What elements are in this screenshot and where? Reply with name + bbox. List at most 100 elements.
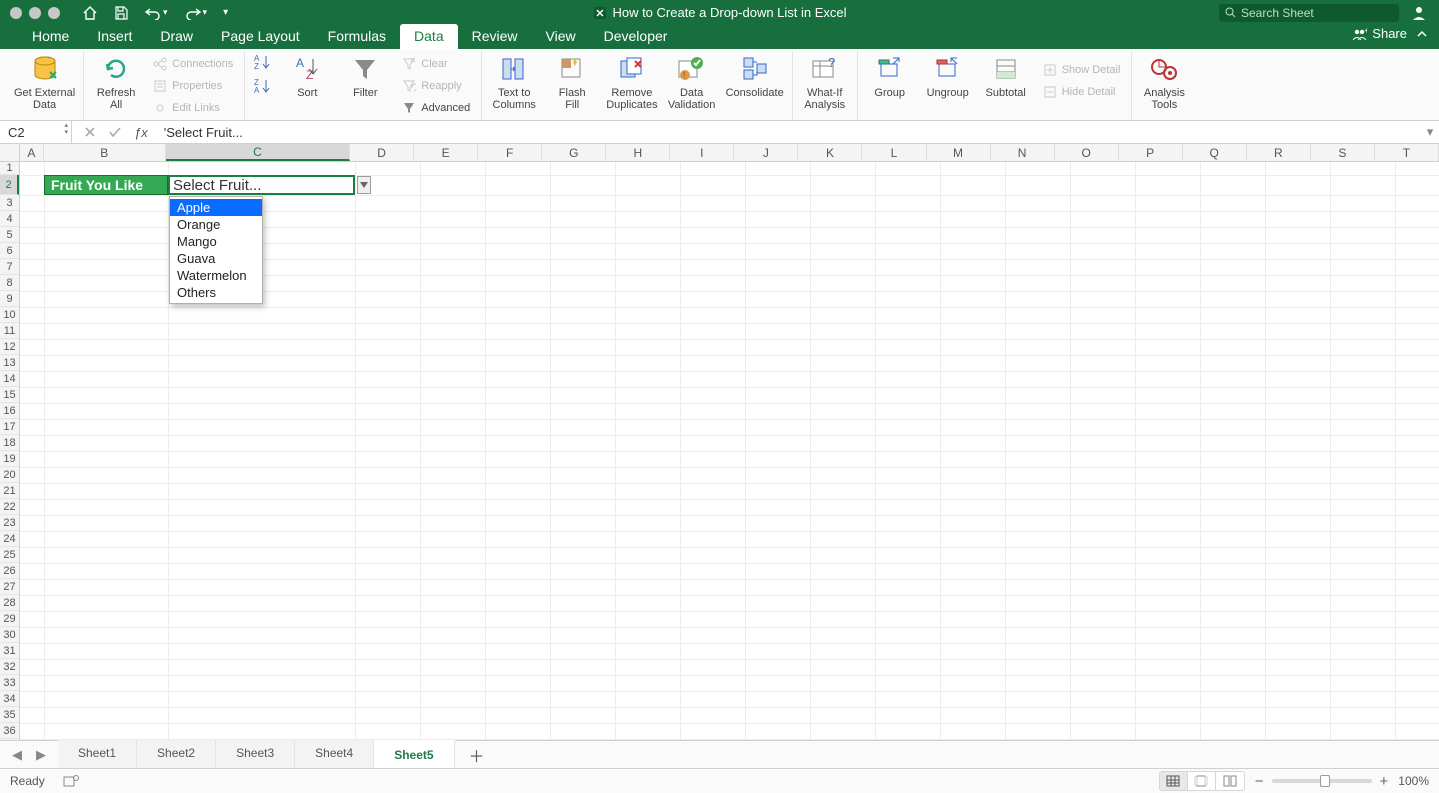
column-header-L[interactable]: L [862, 144, 926, 161]
redo-icon[interactable]: ▾ [184, 6, 208, 20]
row-header-6[interactable]: 6 [0, 243, 19, 259]
tab-developer[interactable]: Developer [590, 24, 682, 49]
search-sheet-input[interactable]: Search Sheet [1219, 4, 1399, 22]
sheet-nav-prev-icon[interactable]: ◀ [12, 747, 22, 763]
edit-links-button[interactable]: Edit Links [150, 98, 236, 118]
column-header-T[interactable]: T [1375, 144, 1439, 161]
column-header-P[interactable]: P [1119, 144, 1183, 161]
ungroup-button[interactable]: Ungroup [924, 54, 972, 99]
zoom-track[interactable] [1272, 779, 1372, 783]
dropdown-option-apple[interactable]: Apple [170, 199, 262, 216]
row-header-30[interactable]: 30 [0, 627, 19, 643]
window-close[interactable] [10, 7, 22, 19]
sort-asc-button[interactable]: AZ [253, 54, 273, 70]
row-header-5[interactable]: 5 [0, 227, 19, 243]
row-header-15[interactable]: 15 [0, 387, 19, 403]
row-header-32[interactable]: 32 [0, 659, 19, 675]
tab-formulas[interactable]: Formulas [314, 24, 400, 49]
row-header-4[interactable]: 4 [0, 211, 19, 227]
view-normal-button[interactable] [1160, 772, 1188, 790]
column-header-G[interactable]: G [542, 144, 606, 161]
connections-button[interactable]: Connections [150, 54, 236, 74]
what-if-button[interactable]: ? What-If Analysis [801, 54, 849, 111]
sort-button[interactable]: AZ Sort [283, 54, 331, 99]
row-header-12[interactable]: 12 [0, 339, 19, 355]
row-header-22[interactable]: 22 [0, 499, 19, 515]
add-sheet-button[interactable]: ＋ [455, 743, 499, 767]
sheet-tab-sheet1[interactable]: Sheet1 [58, 740, 137, 770]
row-header-17[interactable]: 17 [0, 419, 19, 435]
row-header-3[interactable]: 3 [0, 195, 19, 211]
row-header-26[interactable]: 26 [0, 563, 19, 579]
row-header-20[interactable]: 20 [0, 467, 19, 483]
user-account-icon[interactable] [1411, 5, 1427, 21]
row-header-35[interactable]: 35 [0, 707, 19, 723]
row-header-16[interactable]: 16 [0, 403, 19, 419]
name-box[interactable]: C2 ▴▾ [0, 121, 72, 143]
column-header-E[interactable]: E [414, 144, 478, 161]
formula-input[interactable]: 'Select Fruit... [160, 125, 1421, 140]
dropdown-option-others[interactable]: Others [170, 284, 262, 301]
row-header-18[interactable]: 18 [0, 435, 19, 451]
flash-fill-button[interactable]: Flash Fill [548, 54, 596, 111]
row-headers[interactable]: 1234567891011121314151617181920212223242… [0, 162, 20, 740]
group-button[interactable]: Group [866, 54, 914, 99]
zoom-in-button[interactable]: + [1380, 773, 1389, 790]
text-to-columns-button[interactable]: Text to Columns [490, 54, 538, 111]
tab-home[interactable]: Home [18, 24, 83, 49]
enter-formula-icon[interactable] [108, 126, 122, 138]
ribbon-collapse-icon[interactable] [1415, 27, 1429, 41]
window-zoom[interactable] [48, 7, 60, 19]
spreadsheet-grid[interactable]: ABCDEFGHIJKLMNOPQRST 1234567891011121314… [0, 144, 1439, 740]
row-header-7[interactable]: 7 [0, 259, 19, 275]
column-header-S[interactable]: S [1311, 144, 1375, 161]
view-page-break-button[interactable] [1216, 772, 1244, 790]
sheet-tab-sheet4[interactable]: Sheet4 [295, 740, 374, 770]
row-header-33[interactable]: 33 [0, 675, 19, 691]
name-box-stepper[interactable]: ▴▾ [64, 123, 68, 136]
zoom-value[interactable]: 100% [1398, 774, 1429, 788]
row-header-2[interactable]: 2 [0, 175, 19, 195]
row-header-23[interactable]: 23 [0, 515, 19, 531]
sheet-nav-next-icon[interactable]: ▶ [36, 747, 46, 763]
sheet-tab-sheet3[interactable]: Sheet3 [216, 740, 295, 770]
column-header-K[interactable]: K [798, 144, 862, 161]
column-header-C[interactable]: C [166, 144, 350, 161]
row-header-13[interactable]: 13 [0, 355, 19, 371]
get-external-data-button[interactable]: Get External Data [14, 54, 75, 111]
advanced-filter-button[interactable]: Advanced [399, 98, 473, 118]
cancel-formula-icon[interactable] [84, 126, 96, 138]
row-header-28[interactable]: 28 [0, 595, 19, 611]
row-header-24[interactable]: 24 [0, 531, 19, 547]
row-header-1[interactable]: 1 [0, 162, 19, 175]
row-header-11[interactable]: 11 [0, 323, 19, 339]
data-validation-button[interactable]: ! Data Validation [668, 54, 716, 111]
cell-b2-label[interactable]: Fruit You Like [44, 175, 168, 195]
fx-icon[interactable]: ƒx [134, 125, 148, 140]
column-header-F[interactable]: F [478, 144, 542, 161]
row-header-36[interactable]: 36 [0, 723, 19, 739]
row-header-14[interactable]: 14 [0, 371, 19, 387]
row-header-9[interactable]: 9 [0, 291, 19, 307]
row-header-29[interactable]: 29 [0, 611, 19, 627]
row-header-8[interactable]: 8 [0, 275, 19, 291]
dropdown-option-orange[interactable]: Orange [170, 216, 262, 233]
row-header-19[interactable]: 19 [0, 451, 19, 467]
qat-customize-icon[interactable]: ▾ [223, 7, 228, 18]
filter-button[interactable]: Filter [341, 54, 389, 99]
column-header-R[interactable]: R [1247, 144, 1311, 161]
undo-icon[interactable]: ▾ [144, 6, 168, 20]
hide-detail-button[interactable]: Hide Detail [1040, 82, 1124, 102]
column-header-B[interactable]: B [44, 144, 166, 161]
dropdown-option-watermelon[interactable]: Watermelon [170, 267, 262, 284]
column-header-J[interactable]: J [734, 144, 798, 161]
refresh-all-button[interactable]: Refresh All [92, 54, 140, 111]
reapply-button[interactable]: Reapply [399, 76, 473, 96]
cell-c2-active[interactable]: Select Fruit... [168, 175, 355, 195]
row-header-10[interactable]: 10 [0, 307, 19, 323]
tab-draw[interactable]: Draw [146, 24, 207, 49]
select-all-corner[interactable] [0, 144, 20, 162]
column-header-D[interactable]: D [350, 144, 414, 161]
column-header-O[interactable]: O [1055, 144, 1119, 161]
properties-button[interactable]: Properties [150, 76, 236, 96]
